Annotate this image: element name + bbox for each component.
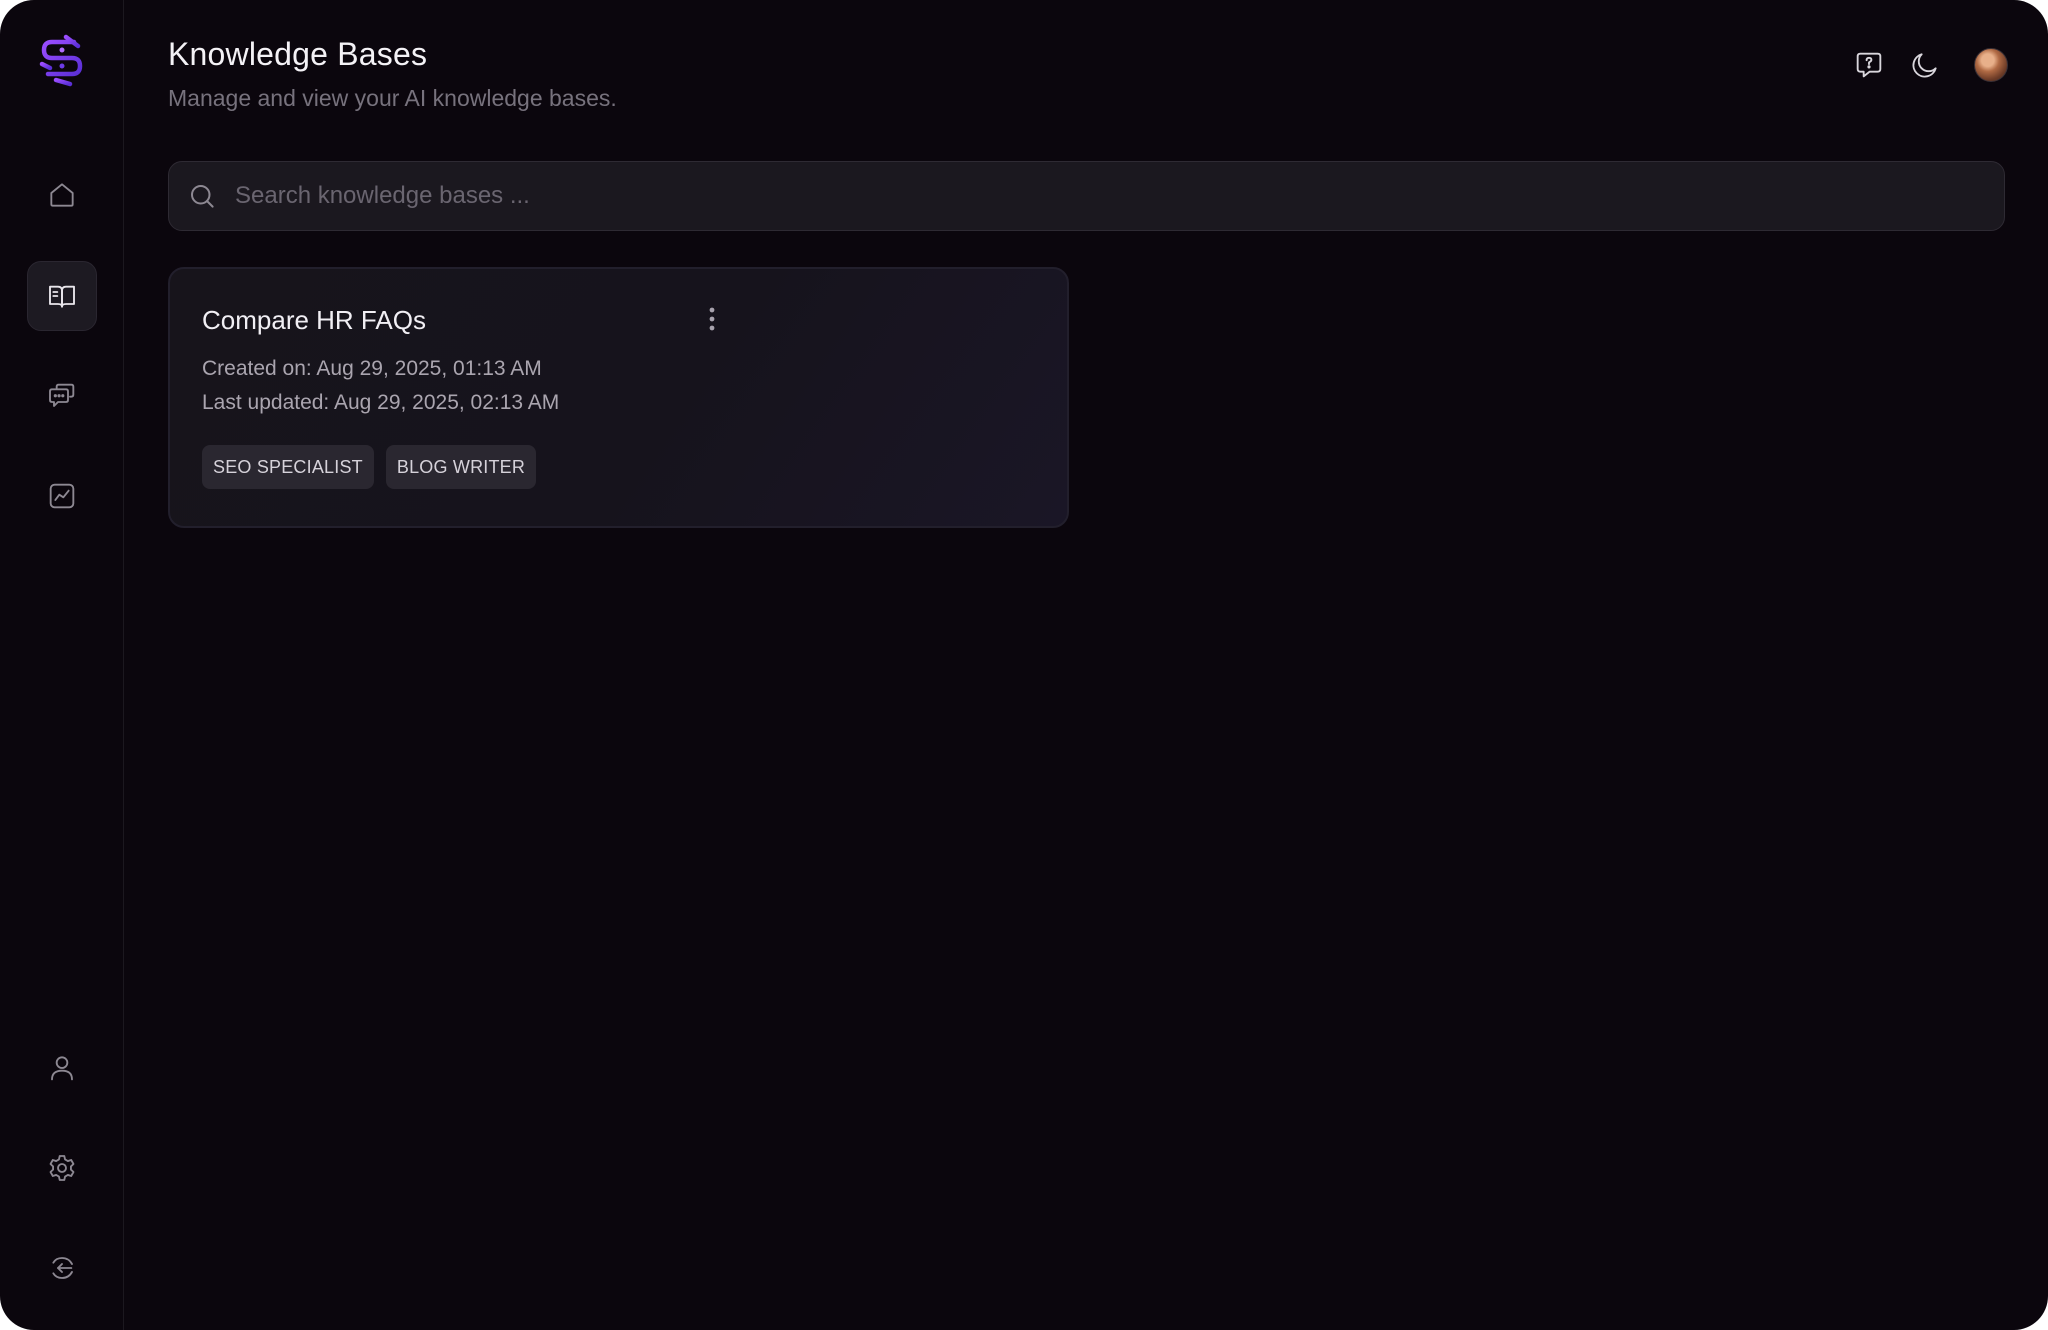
book-open-icon [49,285,75,308]
app-window: Knowledge Bases Manage and view your AI … [0,0,2048,1330]
search-bar [168,161,2005,231]
knowledge-base-card[interactable]: Compare HR FAQs Created on: Aug 29, 2025… [168,267,1069,528]
home-icon [50,183,74,207]
sidebar-item-profile[interactable] [27,1033,97,1103]
avatar[interactable] [1974,48,2008,82]
chat-bubbles-icon [49,383,75,407]
tag-badge: BLOG WRITER [385,445,537,489]
top-toolbar [1852,48,2008,82]
theme-toggle-button[interactable] [1908,48,1942,82]
tag-badge: SEO SPECIALIST [202,445,374,489]
page-subtitle: Manage and view your AI knowledge bases. [168,85,617,111]
brand-logo[interactable] [36,34,88,88]
card-tags: SEO SPECIALIST BLOG WRITER [202,445,537,489]
sidebar-item-chats[interactable] [27,361,97,431]
sidebar-item-logout[interactable] [27,1233,97,1303]
gear-icon [49,1155,75,1181]
search-icon [191,185,214,208]
page-title: Knowledge Bases [168,36,428,72]
card-created-date: Created on: Aug 29, 2025, 01:13 AM [202,357,542,380]
sidebar-item-analytics[interactable] [27,461,97,531]
card-title: Compare HR FAQs [202,305,426,335]
sidebar [0,0,124,1330]
sidebar-item-settings[interactable] [27,1133,97,1203]
more-vertical-icon [709,307,715,331]
logo-icon [39,34,83,87]
user-icon [51,1056,73,1081]
card-menu-button[interactable] [700,303,724,335]
search-input[interactable] [233,181,2004,211]
help-button[interactable] [1852,48,1886,82]
sidebar-item-knowledge-bases[interactable] [27,261,97,331]
logout-icon [52,1257,73,1279]
chart-icon [49,483,75,509]
card-updated-date: Last updated: Aug 29, 2025, 02:13 AM [202,391,560,414]
sidebar-item-home[interactable] [27,160,97,230]
moon-icon [1912,53,1937,78]
help-chat-icon [1856,52,1882,78]
page-header: Knowledge Bases Manage and view your AI … [168,36,617,112]
